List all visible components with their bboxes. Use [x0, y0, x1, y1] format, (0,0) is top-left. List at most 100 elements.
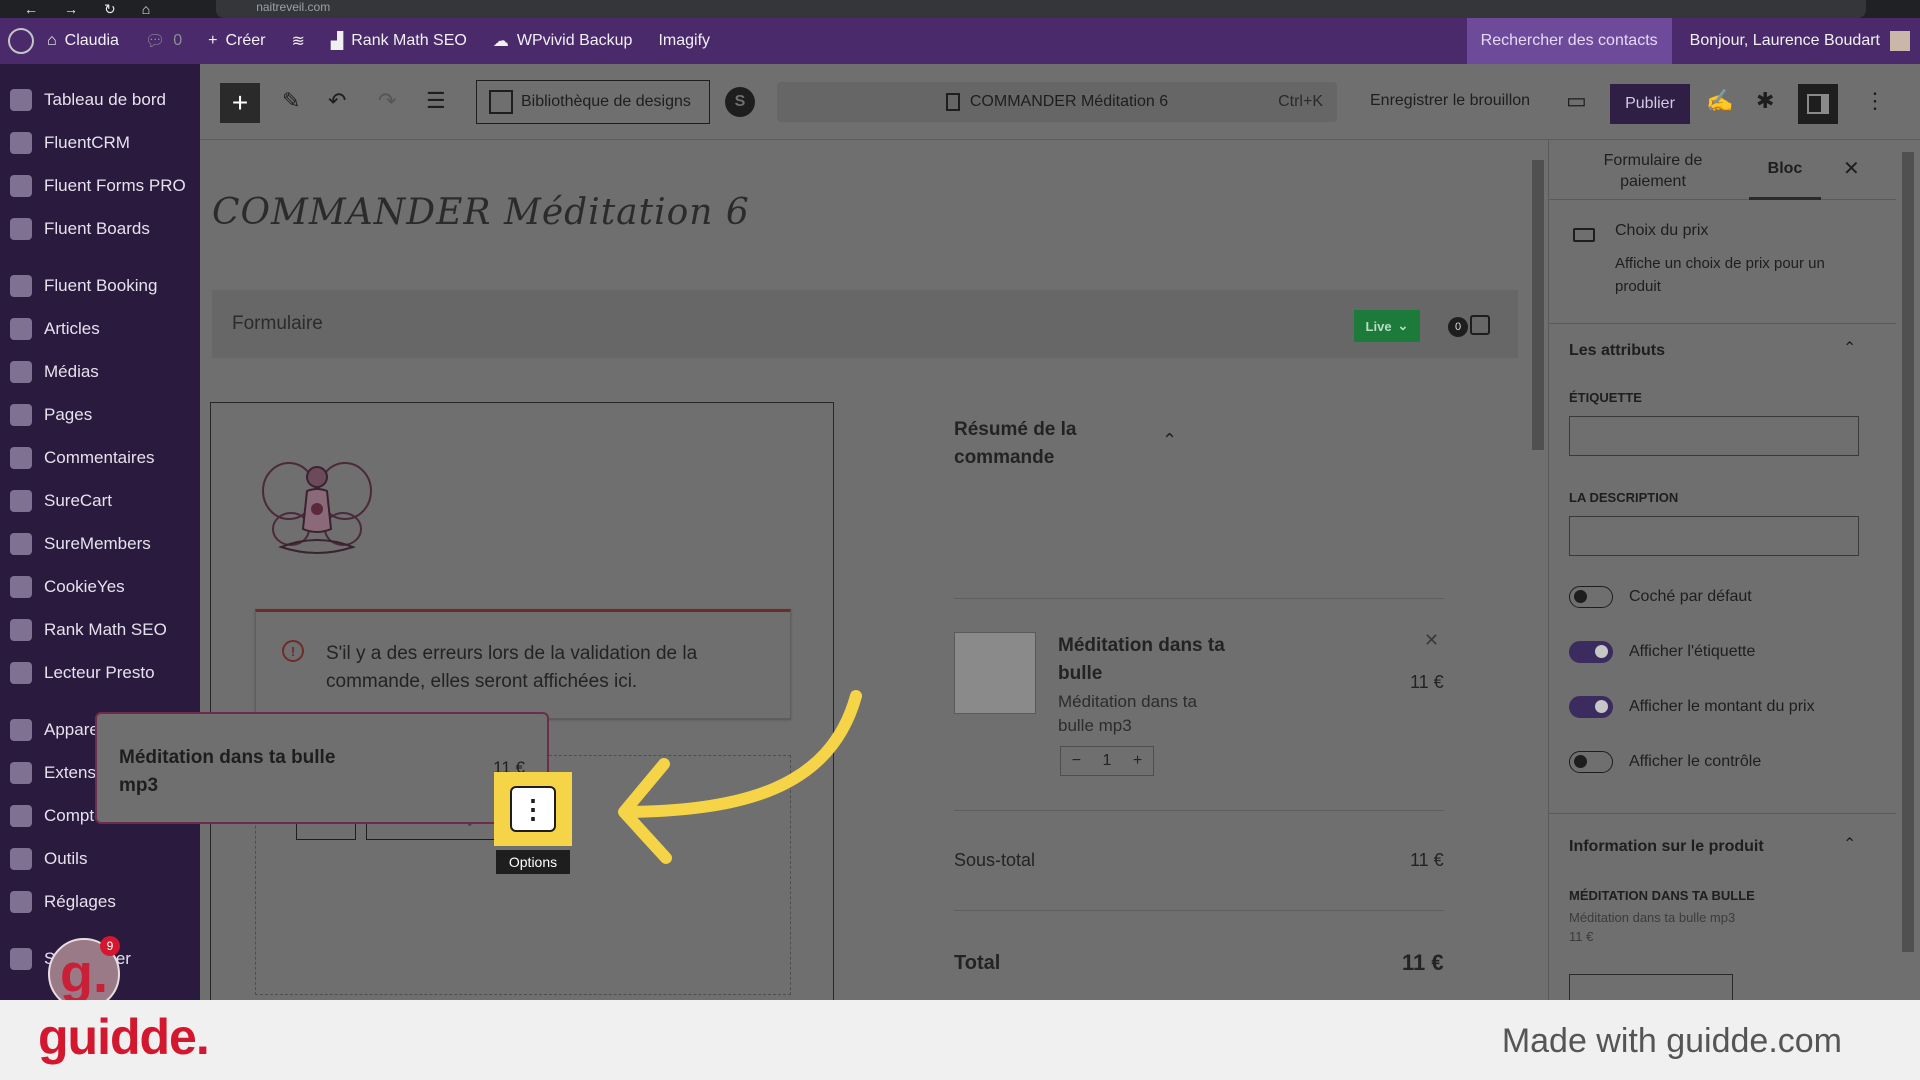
imagify-menu[interactable]: Imagify	[645, 18, 723, 64]
editor-toolbar: + ✎ ↶ ↷ ☰ Bibliothèque de designs S COMM…	[200, 64, 1920, 140]
back-icon[interactable]: ←	[24, 1, 38, 17]
player-icon	[10, 661, 32, 684]
home-icon[interactable]: ⌂	[142, 1, 150, 17]
attributes-heading[interactable]: Les attributs	[1569, 342, 1665, 360]
scroll-thumb[interactable]	[1532, 160, 1544, 450]
page-title[interactable]: COMMANDER Méditation 6	[212, 192, 750, 233]
scroll-thumb[interactable]	[1902, 152, 1914, 952]
minus-icon[interactable]: −	[1072, 752, 1081, 770]
address-bar[interactable]: naitreveil.com	[216, 0, 1867, 18]
sidebar-item-media[interactable]: Médias	[0, 350, 200, 393]
add-block-button[interactable]: +	[220, 83, 260, 123]
sidebar-item-fluent-forms[interactable]: Fluent Forms PRO	[0, 164, 200, 207]
settings-sidebar-toggle[interactable]	[1798, 84, 1838, 124]
total-value: 11 €	[1402, 950, 1444, 975]
cart-count-badge: 0	[1448, 317, 1468, 337]
comments-link[interactable]: 💬︎ 0	[132, 18, 195, 64]
comments-count: 0	[173, 32, 183, 49]
sidebar-item-fluentcrm[interactable]: FluentCRM	[0, 121, 200, 164]
more-vertical-icon[interactable]: ⋮	[510, 786, 556, 832]
total-label: Total	[954, 952, 1001, 974]
wordpress-logo-icon[interactable]	[8, 28, 34, 54]
canvas-scrollbar[interactable]	[1528, 140, 1548, 1000]
toggle-show-price[interactable]: Afficher le montant du prix	[1569, 696, 1815, 718]
sidebar-item-tools[interactable]: Outils	[0, 837, 200, 880]
description-input[interactable]	[1569, 516, 1859, 556]
pencil-icon[interactable]: ✎	[282, 88, 300, 114]
surecart-icon[interactable]: S	[725, 87, 755, 117]
undo-icon[interactable]: ↶	[328, 88, 346, 114]
sidebar-item-surecart[interactable]: SureCart	[0, 479, 200, 522]
wpvivid-menu[interactable]: ☁ WPvivid Backup	[480, 18, 646, 64]
close-icon[interactable]: ✕	[1843, 156, 1860, 181]
options-button-highlight[interactable]: ⋮	[494, 772, 572, 846]
boards-icon	[10, 217, 32, 240]
settings-icon	[10, 890, 32, 913]
command-palette-button[interactable]: COMMANDER Méditation 6 Ctrl+K	[777, 82, 1337, 122]
price-choice-name: Méditation dans ta bulle mp3	[119, 747, 336, 796]
edit-icon[interactable]: ✍	[1706, 88, 1733, 114]
sidebar-item-fluent-boards[interactable]: Fluent Boards	[0, 207, 200, 250]
search-contacts-button[interactable]: Rechercher des contacts	[1466, 18, 1672, 64]
toggle-switch[interactable]	[1569, 751, 1613, 773]
toggle-switch[interactable]	[1569, 586, 1613, 608]
spectra-icon[interactable]: ✱	[1756, 88, 1774, 114]
summary-product-price: 11 €	[1410, 672, 1444, 692]
sidebar-item-dashboard[interactable]: Tableau de bord	[0, 78, 200, 121]
design-library-label: Bibliothèque de designs	[521, 93, 691, 110]
quantity-stepper[interactable]: − 1 +	[1060, 746, 1154, 776]
account-menu[interactable]: Bonjour, Laurence Boudart	[1672, 31, 1920, 51]
chevron-up-icon[interactable]: ⌃	[1843, 338, 1856, 358]
chevron-up-icon[interactable]: ⌃	[1843, 834, 1856, 854]
create-menu[interactable]: + Créer	[195, 18, 278, 64]
sidebar-item-cookieyes[interactable]: CookieYes	[0, 565, 200, 608]
user-icon	[10, 804, 32, 827]
fluent-menu-icon[interactable]: ≋	[279, 18, 318, 64]
panel-scrollbar[interactable]	[1896, 140, 1920, 1000]
reload-icon[interactable]: ↻	[104, 1, 116, 18]
product-info-heading[interactable]: Information sur le produit	[1569, 838, 1764, 856]
sidebar-item-presto-player[interactable]: Lecteur Presto	[0, 651, 200, 694]
form-header[interactable]: Formulaire Live ⌄ 0	[212, 290, 1518, 358]
sidebar-item-settings[interactable]: Réglages	[0, 880, 200, 923]
label-input[interactable]	[1569, 416, 1859, 456]
sidebar-item-rank-math[interactable]: Rank Math SEO	[0, 608, 200, 651]
sidebar-item-fluent-booking[interactable]: Fluent Booking	[0, 264, 200, 307]
document-overview-icon[interactable]: ☰	[426, 88, 446, 114]
more-options-icon[interactable]: ⋮	[1864, 88, 1886, 114]
toggle-label: Afficher l'étiquette	[1629, 643, 1756, 660]
order-summary-title[interactable]: Résumé de la commande	[954, 416, 1134, 472]
sidebar-item-pages[interactable]: Pages	[0, 393, 200, 436]
toggle-switch[interactable]	[1569, 641, 1613, 663]
toggle-switch[interactable]	[1569, 696, 1613, 718]
tab-payment-form[interactable]: Formulaire de paiement	[1575, 150, 1731, 192]
preview-icon[interactable]: ▭	[1566, 88, 1587, 114]
toggle-checked-default[interactable]: Coché par défaut	[1569, 586, 1752, 608]
price-choice-card[interactable]: Méditation dans ta bulle mp3 11 €	[95, 712, 549, 824]
sidebar-item-articles[interactable]: Articles	[0, 307, 200, 350]
toggle-show-control[interactable]: Afficher le contrôle	[1569, 751, 1761, 773]
forward-icon[interactable]: →	[64, 1, 78, 17]
dashboard-icon	[10, 88, 32, 111]
sidebar-icon	[1807, 94, 1829, 114]
fluentcrm-icon	[10, 131, 32, 154]
sidebar-item-suremembers[interactable]: SureMembers	[0, 522, 200, 565]
sidebar-item-comments[interactable]: Commentaires	[0, 436, 200, 479]
live-mode-select[interactable]: Live ⌄	[1354, 310, 1420, 342]
site-name-link[interactable]: ⌂ Claudia	[34, 18, 132, 64]
edit-product-button[interactable]	[1569, 974, 1733, 1000]
plus-icon[interactable]: +	[1133, 752, 1142, 770]
admin-sidebar: Tableau de bord FluentCRM Fluent Forms P…	[0, 64, 200, 1000]
remove-item-icon[interactable]: ✕	[1424, 630, 1439, 651]
browser-bar: ← → ↻ ⌂ naitreveil.com	[0, 0, 1920, 18]
save-draft-button[interactable]: Enregistrer le brouillon	[1370, 92, 1530, 110]
chevron-up-icon[interactable]: ⌃	[1162, 430, 1177, 451]
redo-icon[interactable]: ↷	[378, 88, 396, 114]
tab-block[interactable]: Bloc	[1749, 160, 1821, 200]
publish-button[interactable]: Publier	[1610, 84, 1690, 124]
toggle-show-label[interactable]: Afficher l'étiquette	[1569, 641, 1755, 663]
design-library-button[interactable]: Bibliothèque de designs	[476, 80, 710, 124]
cart-icon[interactable]	[1470, 315, 1490, 335]
rank-math-menu[interactable]: ▟ Rank Math SEO	[318, 18, 480, 64]
sidebar-item-label: SureCart	[44, 490, 113, 510]
